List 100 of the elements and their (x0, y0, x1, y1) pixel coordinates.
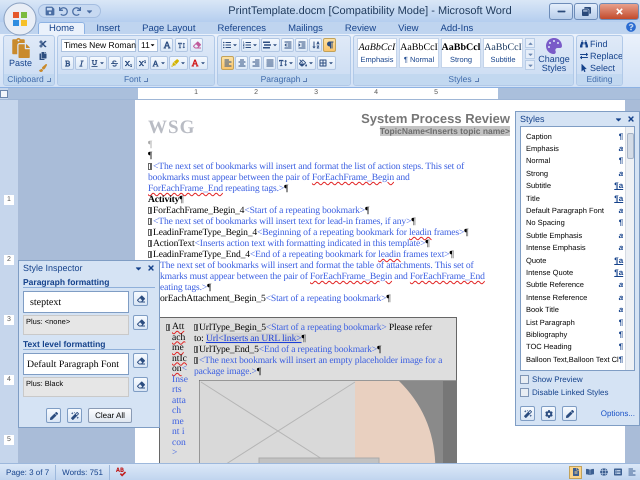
scroll-down-button[interactable] (525, 49, 535, 59)
ribbon-tab[interactable]: Insert (85, 22, 132, 34)
style-type-mark: ¶a (614, 194, 624, 203)
subscript-button[interactable] (122, 56, 135, 70)
style-inspector-button[interactable] (541, 406, 556, 421)
ribbon-tab[interactable]: Page Layout (131, 22, 206, 34)
shrink-font-button[interactable] (175, 38, 188, 52)
scroll-up-button[interactable] (525, 38, 535, 48)
document-line: Activity¶ (148, 194, 184, 205)
justify-button[interactable] (263, 56, 276, 70)
reset-button[interactable] (133, 315, 148, 330)
options-link[interactable]: Options... (600, 409, 635, 418)
more-button[interactable] (525, 60, 535, 70)
font-name-field[interactable]: Times New Roman (61, 38, 136, 52)
help-button[interactable] (626, 22, 636, 32)
checkbox[interactable] (520, 375, 529, 384)
paste-button[interactable]: Paste (7, 38, 34, 74)
line-spacing-button[interactable] (277, 56, 296, 70)
pen-icon (50, 412, 58, 420)
borders-icon (319, 59, 327, 67)
numbered-list-icon (243, 41, 251, 49)
new-style-button[interactable] (67, 408, 82, 423)
draft-icon (628, 468, 636, 476)
change-styles-button[interactable]: Change Styles (537, 38, 571, 74)
document-title: System Process Review (361, 112, 510, 126)
increase-indent-button[interactable] (295, 38, 308, 52)
launcher-icon[interactable] (303, 78, 308, 82)
close-button[interactable] (147, 264, 155, 272)
view-button[interactable] (569, 466, 582, 478)
view-button[interactable] (597, 466, 610, 478)
align-left-button[interactable] (221, 56, 234, 70)
close-button[interactable] (627, 115, 635, 123)
clear-formatting-button[interactable] (190, 38, 203, 52)
decrease-indent-button[interactable] (281, 38, 294, 52)
minimize-button[interactable] (549, 2, 573, 20)
ribbon-tab[interactable]: Review (334, 22, 388, 34)
sort-button[interactable] (309, 38, 322, 52)
pointer-icon (580, 64, 588, 72)
checkbox[interactable] (520, 388, 529, 397)
style-type-mark: a (618, 305, 624, 314)
bullets-button[interactable] (221, 38, 240, 52)
find-button[interactable]: Find (580, 38, 622, 50)
new-style-button[interactable] (520, 406, 535, 421)
bold-button[interactable] (61, 56, 74, 70)
manage-styles-button[interactable] (562, 406, 577, 421)
ribbon-tab[interactable]: Add-Ins (430, 22, 484, 34)
clear-all-button[interactable]: Clear All (88, 408, 132, 423)
italic-button[interactable] (75, 56, 88, 70)
strikethrough-button[interactable] (108, 56, 121, 70)
copy-icon (39, 52, 48, 60)
numbering-button[interactable] (241, 38, 260, 52)
view-button[interactable] (611, 466, 624, 478)
eraser-icon (136, 318, 144, 326)
office-logo[interactable] (3, 2, 37, 36)
scrollbar[interactable] (625, 127, 634, 370)
ribbon-tab[interactable]: Home (38, 22, 86, 34)
borders-button[interactable] (317, 56, 336, 70)
launcher-icon[interactable] (46, 78, 51, 82)
tab-selector-icon[interactable] (0, 90, 8, 98)
ribbon-tab[interactable]: Mailings (277, 22, 334, 34)
style-type-mark: a (618, 243, 624, 252)
align-center-icon (238, 59, 246, 67)
reset-button[interactable] (133, 353, 148, 368)
restore-button[interactable] (574, 2, 598, 20)
undo-button[interactable] (59, 6, 68, 16)
superscript-button[interactable] (136, 56, 149, 70)
close-button[interactable] (599, 2, 639, 20)
document-line: <The next bookmark will insert an empty placeholder image for a (199, 355, 442, 366)
wand-icon (70, 412, 79, 420)
document-line: orEachAttachment_Begin_5<Start of a repeating bookmark>¶ (160, 293, 391, 304)
align-right-button[interactable] (249, 56, 262, 70)
shading-button[interactable] (297, 56, 316, 70)
style-type-mark: ¶ (618, 330, 624, 339)
show-formatting-marks-button[interactable] (323, 38, 336, 52)
line-spacing-icon (279, 59, 287, 67)
multilevel-list-button[interactable] (261, 38, 280, 52)
launcher-icon[interactable] (144, 78, 148, 82)
ribbon-tab[interactable]: References (206, 22, 278, 34)
select-button[interactable]: Select (580, 62, 622, 74)
grow-font-button[interactable] (160, 38, 173, 52)
italic-icon (78, 60, 85, 66)
save-button[interactable] (45, 6, 55, 16)
redo-button[interactable] (72, 6, 81, 16)
font-size-field[interactable]: 11 (138, 38, 158, 52)
style-type-mark: ¶ (618, 342, 624, 352)
multilevel-list-icon (263, 41, 271, 49)
font-color-icon (191, 59, 199, 67)
align-center-button[interactable] (235, 56, 248, 70)
reset-button[interactable] (133, 377, 148, 392)
document-line: bookmarks must appear between the pair of ForEachFrame_Begin and (148, 172, 410, 183)
launcher-icon[interactable] (474, 78, 479, 82)
change-case-button[interactable] (150, 56, 168, 70)
reveal-formatting-button[interactable] (46, 408, 62, 423)
outdent-icon (284, 41, 292, 49)
ribbon-tab[interactable]: View (387, 22, 430, 34)
undo-icon (59, 6, 68, 16)
underline-button[interactable] (89, 56, 107, 70)
caret-up-icon (526, 40, 534, 46)
font-color-button[interactable] (189, 56, 208, 70)
reset-button[interactable] (133, 291, 148, 306)
